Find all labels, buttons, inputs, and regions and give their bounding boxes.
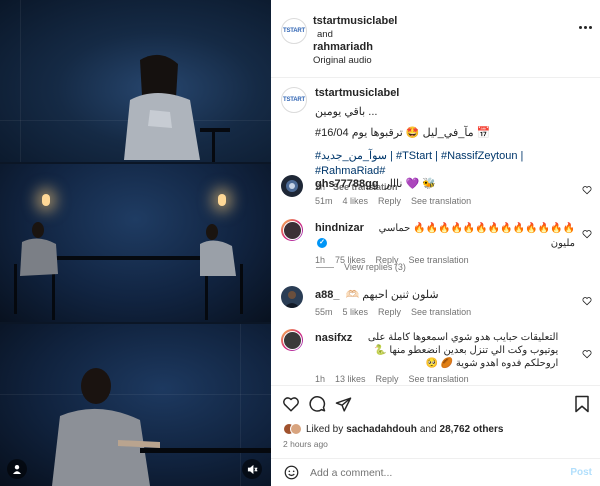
share-paper-plane-icon[interactable]: [333, 394, 353, 414]
view-replies-label[interactable]: View replies (3): [344, 262, 406, 272]
header-username-1[interactable]: tstartmusiclabel: [313, 15, 397, 28]
like-heart-icon[interactable]: [281, 394, 301, 414]
comment-likes[interactable]: 13 likes: [335, 374, 366, 384]
post-timestamp[interactable]: 2 hours ago: [283, 439, 328, 449]
comment-like-heart-icon[interactable]: [582, 185, 592, 195]
view-replies-button[interactable]: View replies (3): [316, 262, 406, 272]
save-bookmark-icon[interactable]: [572, 394, 592, 414]
mute-toggle-icon[interactable]: [242, 459, 262, 479]
comment-meta: 55m 5 likes Reply See translation: [315, 307, 575, 317]
liked-by: Liked by sachadahdouh and 28,762 others: [283, 423, 503, 435]
comment-time: 51m: [315, 196, 333, 206]
comment-reply-button[interactable]: Reply: [376, 374, 399, 384]
liked-by-user[interactable]: sachadahdouh: [346, 424, 417, 435]
video-frame-1: [0, 0, 271, 162]
comment-like-heart-icon[interactable]: [582, 349, 592, 359]
header-joiner: and: [317, 29, 333, 40]
caption-line-1: باقي يومين ...: [315, 106, 378, 118]
commenter-avatar[interactable]: [281, 175, 303, 197]
man-figure: [52, 368, 271, 486]
comment-username[interactable]: ghs77788gg: [315, 177, 379, 192]
comment-username[interactable]: nasifxz: [315, 331, 352, 346]
add-comment-input[interactable]: [310, 466, 550, 479]
comment-reply-button[interactable]: Reply: [378, 196, 401, 206]
header-username-2[interactable]: rahmariadh: [313, 41, 397, 54]
liked-by-and: and: [419, 423, 437, 435]
verified-badge-icon: ✓: [317, 238, 327, 249]
woman-figure: [124, 54, 230, 162]
comment-reply-button[interactable]: Reply: [378, 307, 401, 317]
video-frame-2: [0, 164, 271, 322]
two-people-figures: [14, 222, 243, 314]
original-audio-link[interactable]: Original audio: [313, 54, 397, 67]
liker-avatar: [290, 423, 302, 435]
video-frame-3: [0, 324, 271, 486]
caption-line-2: #مآ_في_ليل 🤩 ترقبوها يوم 16/04 📅: [315, 127, 491, 139]
comment-see-translation[interactable]: See translation: [409, 255, 469, 265]
caption-avatar[interactable]: TSTART: [281, 87, 307, 113]
replies-divider: [316, 266, 334, 268]
comment-see-translation[interactable]: See translation: [411, 307, 471, 317]
emoji-icon[interactable]: [283, 465, 299, 481]
tstart-avatar[interactable]: TSTART: [281, 18, 307, 44]
comment-text: شلون ثنين احبهم 🫶🏻: [345, 289, 439, 301]
tagged-people-icon[interactable]: [7, 459, 27, 479]
comment-meta: 51m 4 likes Reply See translation: [315, 196, 575, 206]
comment-username[interactable]: a88_: [315, 288, 339, 303]
add-comment-bar: Post: [271, 458, 600, 486]
comment-time: 1h: [315, 374, 326, 384]
comment-see-translation[interactable]: See translation: [411, 196, 471, 206]
comment-bubble-icon[interactable]: [307, 394, 327, 414]
comment-see-translation[interactable]: See translation: [409, 374, 469, 384]
comment-text: التعليقات حبايب هدو شوي اسمعوها كاملة عل…: [367, 332, 559, 369]
comment-username-text[interactable]: hindnizar: [315, 222, 364, 234]
liked-by-count[interactable]: 28,762 others: [440, 424, 504, 435]
comments-list[interactable]: TSTART tstartmusiclabel باقي يومين ... #…: [271, 79, 600, 385]
caption-line-3: #سوآ_من_جديد | #TStart | #NassifZeytoun …: [315, 150, 524, 177]
comment-time: 55m: [315, 307, 333, 317]
post-comment-button[interactable]: Post: [570, 467, 592, 478]
tstart-logo: TSTART: [282, 28, 306, 34]
comment-text: 🔥🔥🔥🔥🔥🔥🔥🔥🔥🔥🔥🔥🔥 حماسي مليون: [378, 223, 575, 249]
commenter-avatar[interactable]: [281, 219, 303, 241]
liked-by-prefix: Liked by: [306, 423, 344, 435]
post-media[interactable]: [0, 0, 271, 486]
post-header: TSTART tstartmusiclabel and rahmariadh O…: [271, 0, 600, 78]
more-options-icon[interactable]: [579, 26, 592, 29]
comment-likes[interactable]: 4 likes: [343, 196, 369, 206]
commenter-avatar[interactable]: [281, 329, 303, 351]
tstart-logo: TSTART: [282, 97, 306, 103]
commenter-avatar[interactable]: [281, 286, 303, 308]
caption-username[interactable]: tstartmusiclabel: [315, 87, 585, 99]
comment-like-heart-icon[interactable]: [582, 229, 592, 239]
comment-text: 🐝 💜 نااار: [384, 178, 436, 190]
post-actions: Liked by sachadahdouh and 28,762 others …: [271, 385, 600, 485]
comment-username[interactable]: hindnizar ✓: [315, 221, 369, 251]
post-sidebar: TSTART tstartmusiclabel and rahmariadh O…: [271, 0, 600, 486]
comment-meta: 1h 13 likes Reply See translation: [315, 374, 575, 384]
comment-like-heart-icon[interactable]: [582, 296, 592, 306]
comment-likes[interactable]: 5 likes: [343, 307, 369, 317]
